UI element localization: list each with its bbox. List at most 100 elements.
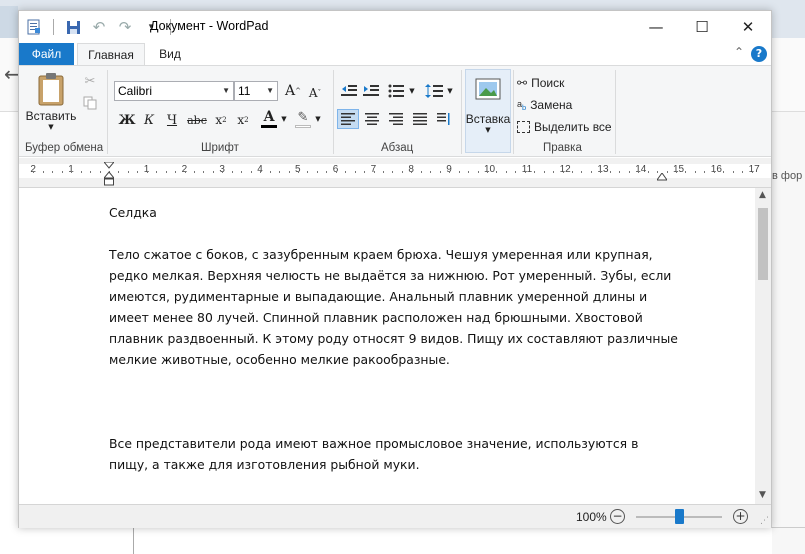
font-color-icon[interactable]: A (259, 108, 279, 130)
font-family-combo[interactable]: Calibri ▼ (114, 81, 234, 101)
collapse-ribbon-icon[interactable]: ⌃ (734, 45, 744, 59)
ruler-tick (591, 171, 592, 173)
ruler-tick (166, 171, 167, 173)
zoom-out-icon[interactable]: − (610, 509, 625, 524)
minimize-button[interactable]: — (633, 11, 679, 43)
ruler-number: 15 (673, 164, 685, 175)
ruler-number: 6 (332, 164, 339, 175)
ruler-tick (317, 171, 318, 173)
insert-dropdown-icon: ▼ (485, 126, 491, 134)
increase-indent-icon[interactable] (361, 81, 381, 101)
background-tab (0, 6, 18, 38)
save-icon[interactable] (64, 18, 82, 36)
cut-icon[interactable]: ✂ (81, 72, 99, 90)
ruler-tick (723, 171, 724, 173)
select-all-icon (517, 121, 530, 133)
maximize-icon: ☐ (695, 18, 709, 36)
minimize-icon: — (648, 18, 664, 36)
maximize-button[interactable]: ☐ (679, 11, 725, 43)
replace-button[interactable]: ab Замена (517, 96, 572, 114)
chevron-down-icon[interactable]: ▼ (279, 111, 289, 127)
resize-grip-icon[interactable]: ⋰ (760, 516, 769, 526)
find-button[interactable]: ⚯ Поиск (517, 74, 564, 92)
undo-icon[interactable]: ↶ (90, 18, 108, 36)
ruler-tick (553, 171, 554, 173)
underline-icon[interactable]: Ч (162, 110, 182, 130)
ruler-number: 1 (143, 164, 150, 175)
align-left-icon[interactable] (337, 109, 359, 129)
ruler-tick (496, 171, 497, 173)
bold-icon[interactable]: Ж (117, 110, 137, 130)
superscript-icon[interactable]: x2 (233, 110, 253, 130)
redo-icon[interactable]: ↷ (116, 18, 134, 36)
document-heading: Селдка (109, 205, 157, 220)
ruler-number: 12 (559, 164, 571, 175)
vertical-scrollbar[interactable]: ▲ ▼ (755, 188, 771, 504)
ruler-tick (695, 171, 696, 173)
paste-button[interactable]: Вставить ▼ (25, 70, 77, 132)
ruler-tick (137, 171, 138, 173)
ruler-tick (156, 171, 157, 173)
select-all-button[interactable]: Выделить все (517, 118, 612, 136)
zoom-in-icon[interactable]: + (733, 509, 748, 524)
ruler-tick (676, 171, 677, 173)
replace-label: Замена (530, 98, 573, 112)
ruler-tick (81, 171, 82, 173)
scroll-up-icon[interactable]: ▲ (759, 190, 766, 200)
paragraph-settings-icon[interactable] (433, 109, 455, 129)
help-icon[interactable]: ? (751, 46, 767, 62)
chevron-down-icon[interactable]: ▼ (407, 83, 417, 99)
document-paragraph: Тело сжатое с боков, с зазубренным краем… (109, 247, 678, 367)
decrease-indent-icon[interactable] (339, 81, 359, 101)
ruler-tick (685, 171, 686, 173)
scrollbar-thumb[interactable] (758, 208, 768, 280)
tab-home[interactable]: Главная (77, 43, 145, 66)
group-separator (513, 70, 514, 154)
strikethrough-icon[interactable]: abc (186, 110, 208, 130)
tab-file[interactable]: Файл (19, 43, 74, 65)
scroll-down-icon[interactable]: ▼ (759, 490, 766, 500)
align-right-icon[interactable] (385, 109, 407, 129)
highlight-color-icon[interactable]: ✎ (293, 108, 313, 130)
ruler-tick (629, 171, 630, 173)
ruler[interactable]: 2 1 1 2 3 4 5 6 7 8 9 10 11 12 13 14 15 16 17 (19, 158, 771, 188)
wordpad-app-icon[interactable] (25, 18, 43, 36)
binoculars-icon: ⚯ (517, 76, 528, 90)
align-center-icon[interactable] (361, 109, 383, 129)
chevron-down-icon[interactable]: ▼ (313, 111, 323, 127)
ruler-tick (459, 171, 460, 173)
chevron-down-icon[interactable]: ▼ (445, 83, 455, 99)
bullet-list-icon[interactable] (385, 81, 407, 101)
close-button[interactable]: ✕ (725, 11, 771, 43)
document-area[interactable]: Селдка Тело сжатое с боков, с зазубренны… (19, 188, 755, 504)
paste-label: Вставить (25, 108, 77, 123)
right-indent-marker-icon[interactable] (656, 170, 668, 184)
ruler-number: 8 (408, 164, 414, 175)
left-indent-marker-icon[interactable] (102, 161, 116, 189)
italic-icon[interactable]: К (139, 110, 159, 130)
zoom-slider-thumb[interactable] (675, 509, 684, 524)
subscript-icon[interactable]: x2 (211, 110, 231, 130)
ruler-number: 14 (635, 164, 647, 175)
ruler-tick (402, 171, 403, 173)
copy-icon[interactable] (81, 94, 99, 112)
zoom-level[interactable]: 100% (576, 510, 607, 524)
insert-button[interactable]: Вставка ▼ (465, 69, 511, 153)
ruler-tick (525, 171, 526, 173)
ruler-tick (251, 171, 252, 173)
background-partial-text: в фор (772, 170, 803, 182)
ruler-tick (175, 171, 176, 173)
font-size-combo[interactable]: 11 ▼ (234, 81, 278, 101)
font-family-value: Calibri (118, 84, 153, 98)
ruler-tick (534, 171, 535, 173)
ruler-tick (440, 171, 441, 173)
grow-font-icon[interactable]: A ^ (283, 81, 303, 101)
ruler-tick (128, 171, 129, 173)
justify-icon[interactable] (409, 109, 431, 129)
tab-view[interactable]: Вид (147, 43, 193, 66)
line-spacing-icon[interactable] (423, 81, 445, 101)
document-body[interactable]: Селдка Тело сжатое с боков, с зазубренны… (109, 202, 679, 496)
ruler-tick (260, 171, 261, 173)
shrink-font-icon[interactable]: Aˇ (305, 83, 325, 103)
ruler-number: 13 (597, 164, 609, 175)
